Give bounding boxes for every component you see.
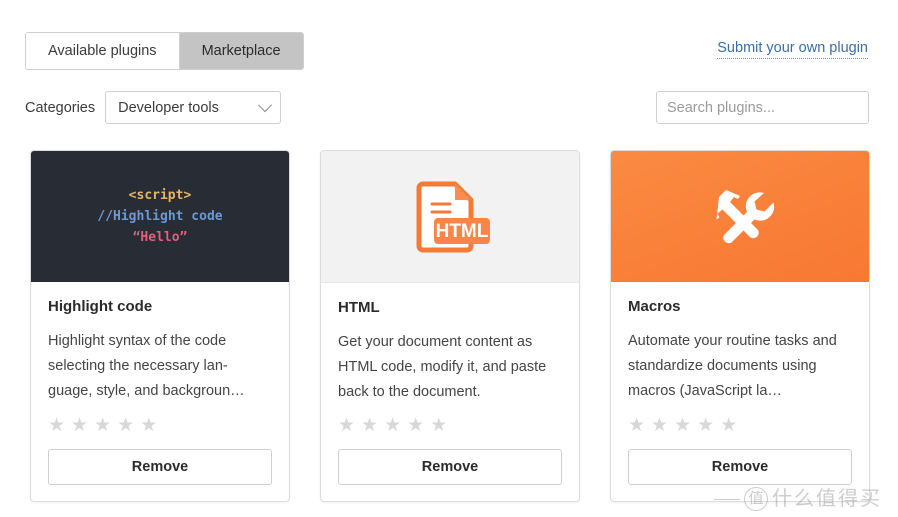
star-icon[interactable]: ★ (720, 416, 737, 435)
search-input[interactable] (656, 91, 869, 124)
plugin-card-body: Macros Automate your routine tasks and s… (611, 282, 869, 501)
star-icon[interactable]: ★ (651, 416, 668, 435)
chevron-down-icon (258, 97, 273, 112)
plugin-card-grid: <script> //Highlight code “Hello” Highli… (30, 150, 870, 502)
star-icon[interactable]: ★ (140, 416, 157, 435)
remove-button[interactable]: Remove (338, 449, 562, 485)
tab-available-plugins[interactable]: Available plugins (26, 33, 179, 69)
plugin-card[interactable]: <script> //Highlight code “Hello” Highli… (30, 150, 290, 502)
hammer-wrench-icon (716, 189, 775, 243)
plugin-card[interactable]: Macros Automate your routine tasks and s… (610, 150, 870, 502)
star-icon[interactable]: ★ (48, 416, 65, 435)
star-icon[interactable]: ★ (94, 416, 111, 435)
star-icon[interactable]: ★ (407, 416, 424, 435)
svg-text:HTML: HTML (436, 221, 489, 242)
plugin-thumbnail: HTML (321, 151, 579, 283)
plugin-thumbnail (611, 151, 869, 282)
star-icon[interactable]: ★ (71, 416, 88, 435)
rating-stars[interactable]: ★ ★ ★ ★ ★ (48, 416, 272, 435)
plugin-card-body: Highlight code Highlight syntax of the c… (31, 282, 289, 501)
plugin-description: Automate your routine tasks and standard… (628, 333, 837, 399)
plugin-title: HTML (338, 299, 380, 316)
code-line-1: <script> (128, 188, 192, 203)
tab-marketplace[interactable]: Marketplace (178, 33, 303, 69)
plugin-description: Highlight syntax of the code selecting t… (48, 333, 245, 399)
star-icon[interactable]: ★ (361, 416, 378, 435)
code-line-2: //Highlight code (97, 209, 223, 224)
plugin-tabs: Available plugins Marketplace (25, 32, 304, 70)
code-snippet-icon: <script> //Highlight code “Hello” (97, 185, 222, 248)
filter-row: Categories Developer tools (25, 91, 282, 124)
rating-stars[interactable]: ★ ★ ★ ★ ★ (338, 416, 562, 435)
submit-own-plugin-link[interactable]: Submit your own plugin (717, 40, 868, 59)
plugin-title: Macros (628, 298, 681, 315)
plugin-card[interactable]: HTML HTML Get your document content as H… (320, 150, 580, 502)
plugin-thumbnail: <script> //Highlight code “Hello” (31, 151, 289, 282)
plugin-card-body: HTML Get your document content as HTML c… (321, 283, 579, 501)
star-icon[interactable]: ★ (697, 416, 714, 435)
star-icon[interactable]: ★ (338, 416, 355, 435)
categories-label: Categories (25, 99, 96, 116)
category-select[interactable]: Developer tools (105, 91, 282, 124)
star-icon[interactable]: ★ (384, 416, 401, 435)
star-icon[interactable]: ★ (117, 416, 134, 435)
star-icon[interactable]: ★ (628, 416, 645, 435)
rating-stars[interactable]: ★ ★ ★ ★ ★ (628, 416, 852, 435)
plugin-description: Get your document content as HTML code, … (338, 334, 547, 400)
category-select-value: Developer tools (118, 99, 219, 116)
html-document-icon: HTML (416, 181, 490, 252)
remove-button[interactable]: Remove (628, 449, 852, 485)
code-line-3: “Hello” (132, 230, 188, 245)
remove-button[interactable]: Remove (48, 449, 272, 485)
plugin-title: Highlight code (48, 298, 153, 315)
star-icon[interactable]: ★ (674, 416, 691, 435)
star-icon[interactable]: ★ (430, 416, 447, 435)
